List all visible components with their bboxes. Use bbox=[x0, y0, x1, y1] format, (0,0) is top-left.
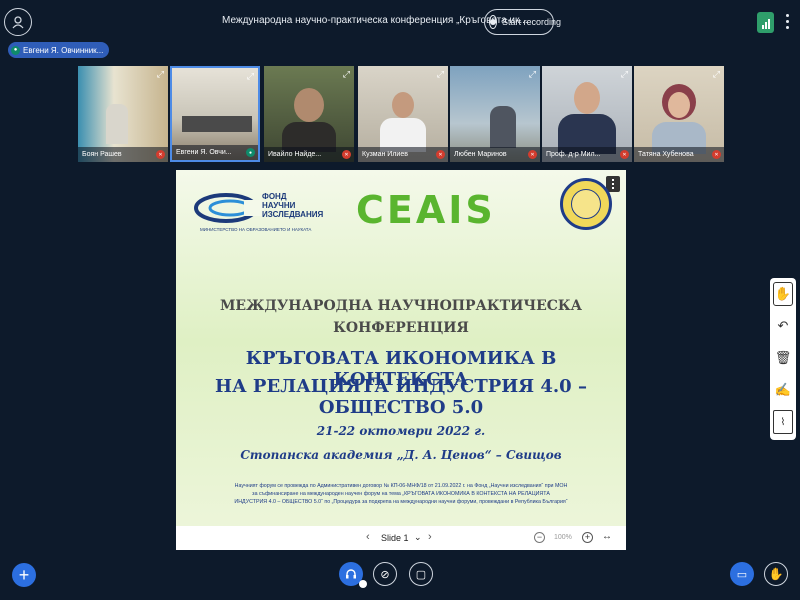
ceais-logo: CEAIS bbox=[356, 188, 496, 232]
participant-name: Кузман Илиев bbox=[358, 147, 448, 162]
participant-name: Проф. д-р Мил... bbox=[542, 147, 632, 162]
zoom-in-icon[interactable]: + bbox=[582, 532, 593, 543]
camera-off-icon: ⊘ bbox=[380, 568, 390, 581]
presenter-name: Евгени Я. Овчинник... bbox=[23, 45, 104, 55]
fni-logo bbox=[194, 193, 264, 223]
slide-control-bar: ‹ Slide 1 ⌄ › − 100% + ↔ bbox=[176, 526, 626, 550]
participant-name: Боян Рашев bbox=[78, 147, 168, 162]
presentation-slide: ФОНД НАУЧНИ ИЗСЛЕДВАНИЯ МИНИСТЕРСТВО НА … bbox=[176, 170, 626, 550]
video-panel-table bbox=[182, 116, 252, 132]
fni-subtitle: МИНИСТЕРСТВО НА ОБРАЗОВАНИЕТО И НАУКАТА bbox=[200, 227, 312, 232]
mic-muted-icon: ✕ bbox=[620, 150, 629, 159]
fni-title: ФОНД НАУЧНИ ИЗСЛЕДВАНИЯ bbox=[262, 192, 323, 219]
funding-note-line: за съфинансиране на международен научен … bbox=[252, 491, 550, 497]
expand-icon[interactable]: ⤢ bbox=[529, 69, 536, 80]
chevron-down-icon[interactable]: ⌄ bbox=[414, 532, 422, 543]
participant-tile[interactable]: ⤢ Любен Маринов ✕ bbox=[450, 66, 540, 162]
zoom-level: 100% bbox=[554, 534, 572, 541]
undo-icon[interactable]: ↶ bbox=[773, 314, 793, 338]
raise-hand-icon: ✋ bbox=[768, 567, 784, 581]
mic-muted-icon: ✕ bbox=[156, 150, 165, 159]
trash-icon[interactable]: 🗑 bbox=[773, 346, 793, 370]
hand-tool-icon[interactable]: ✋ bbox=[773, 282, 793, 306]
expand-icon[interactable]: ⤢ bbox=[247, 71, 254, 82]
participant-name: Ивайло Найде... bbox=[264, 147, 354, 162]
conference-date: 21-22 октомври 2022 г. bbox=[316, 424, 486, 438]
funding-note-line: ИНДУСТРИЯ 4.0 – ОБЩЕСТВО 5.0“ по „Процед… bbox=[234, 499, 568, 505]
presentation-button[interactable]: ▭ bbox=[730, 562, 754, 586]
multi-user-whiteboard-icon[interactable]: ⌇ bbox=[773, 410, 793, 434]
next-slide-icon[interactable]: › bbox=[428, 531, 432, 543]
users-button[interactable] bbox=[4, 8, 32, 36]
previous-slide-icon[interactable]: ‹ bbox=[366, 531, 370, 543]
participant-tile[interactable]: ⤢ Евгени Я. Овчи... ● bbox=[170, 66, 260, 162]
screen-share-button[interactable]: ▢ bbox=[409, 562, 433, 586]
microphone-icon: ● bbox=[11, 45, 20, 55]
expand-icon[interactable]: ⤢ bbox=[621, 69, 628, 80]
expand-icon[interactable]: ⤢ bbox=[343, 69, 350, 80]
mic-muted-icon: ✕ bbox=[712, 150, 721, 159]
mic-muted-icon: ✕ bbox=[342, 150, 351, 159]
headset-icon bbox=[346, 569, 356, 579]
presentation-icon: ▭ bbox=[736, 568, 748, 581]
mic-muted-icon: ✕ bbox=[436, 150, 445, 159]
options-menu-icon[interactable] bbox=[786, 14, 790, 29]
slide-selector[interactable]: Slide 1 bbox=[381, 533, 409, 543]
fni-title-line: ИЗСЛЕДВАНИЯ bbox=[262, 210, 324, 219]
fni-title-line: НАУЧНИ bbox=[262, 201, 296, 210]
participant-name: Любен Маринов bbox=[450, 147, 540, 162]
funding-note-line: Научният форум се провежда по Администра… bbox=[234, 483, 568, 489]
whiteboard-toolbar: ✋ ↶ 🗑 ✍ ⌇ bbox=[770, 278, 796, 440]
video-person bbox=[106, 104, 128, 144]
participant-name: Татяна Хубенова bbox=[634, 147, 724, 162]
expand-icon[interactable]: ⤢ bbox=[437, 69, 444, 80]
presenter-badge[interactable]: ● Евгени Я. Овчинник... bbox=[8, 42, 110, 58]
raise-hand-button[interactable]: ✋ bbox=[764, 562, 788, 586]
actions-plus-button[interactable]: + bbox=[12, 563, 36, 587]
mic-muted-icon: ✕ bbox=[528, 150, 537, 159]
expand-icon[interactable]: ⤢ bbox=[713, 69, 720, 80]
user-icon bbox=[12, 16, 24, 29]
video-person bbox=[294, 88, 324, 122]
start-recording-button[interactable]: Start recording bbox=[484, 9, 561, 35]
camera-button[interactable]: ⊘ bbox=[373, 562, 397, 586]
connection-status-icon[interactable] bbox=[757, 12, 774, 33]
audio-status-badge bbox=[359, 580, 367, 588]
meeting-title: Международна научно-практическа конферен… bbox=[222, 15, 528, 26]
conference-heading-line: КОНФЕРЕНЦИЯ bbox=[333, 320, 469, 336]
conference-title-line: НА РЕЛАЦИЯТА ИНДУСТРИЯ 4.0 – ОБЩЕСТВО 5.… bbox=[215, 376, 587, 418]
mic-active-icon: ● bbox=[246, 148, 255, 157]
audio-button[interactable] bbox=[339, 562, 367, 588]
expand-icon[interactable]: ⤢ bbox=[157, 69, 164, 80]
fni-title-line: ФОНД bbox=[262, 192, 287, 201]
video-person-face bbox=[668, 92, 690, 118]
participant-tile[interactable]: ⤢ Татяна Хубенова ✕ bbox=[634, 66, 724, 162]
conference-heading-line: МЕЖДУНАРОДНА НАУЧНОПРАКТИЧЕСКА bbox=[219, 298, 583, 314]
screen-share-off-icon: ▢ bbox=[415, 568, 427, 581]
record-icon bbox=[489, 15, 497, 29]
university-seal bbox=[560, 178, 612, 230]
zoom-out-icon[interactable]: − bbox=[534, 532, 545, 543]
video-person bbox=[392, 92, 414, 118]
fit-width-icon[interactable]: ↔ bbox=[602, 531, 612, 542]
top-bar: Международна научно-практическа конферен… bbox=[0, 0, 800, 44]
video-person bbox=[490, 106, 516, 148]
participant-tile[interactable]: ⤢ Кузман Илиев ✕ bbox=[358, 66, 448, 162]
participant-tiles: ⤢ Боян Рашев ✕ ⤢ Евгени Я. Овчи... ● ⤢ И… bbox=[78, 66, 724, 162]
conference-venue: Стопанска академия „Д. А. Ценов“ – Свищо… bbox=[240, 448, 562, 462]
video-person bbox=[574, 82, 600, 114]
participant-tile[interactable]: ⤢ Проф. д-р Мил... ✕ bbox=[542, 66, 632, 162]
participant-tile[interactable]: ⤢ Ивайло Найде... ✕ bbox=[264, 66, 354, 162]
participant-tile[interactable]: ⤢ Боян Рашев ✕ bbox=[78, 66, 168, 162]
bottom-bar: + ⊘ ▢ ▭ ✋ bbox=[0, 560, 800, 600]
record-label: Start recording bbox=[502, 17, 562, 27]
funding-note: Научният форум се провежда по Администра… bbox=[206, 482, 596, 506]
pen-tool-icon[interactable]: ✍ bbox=[773, 378, 793, 402]
